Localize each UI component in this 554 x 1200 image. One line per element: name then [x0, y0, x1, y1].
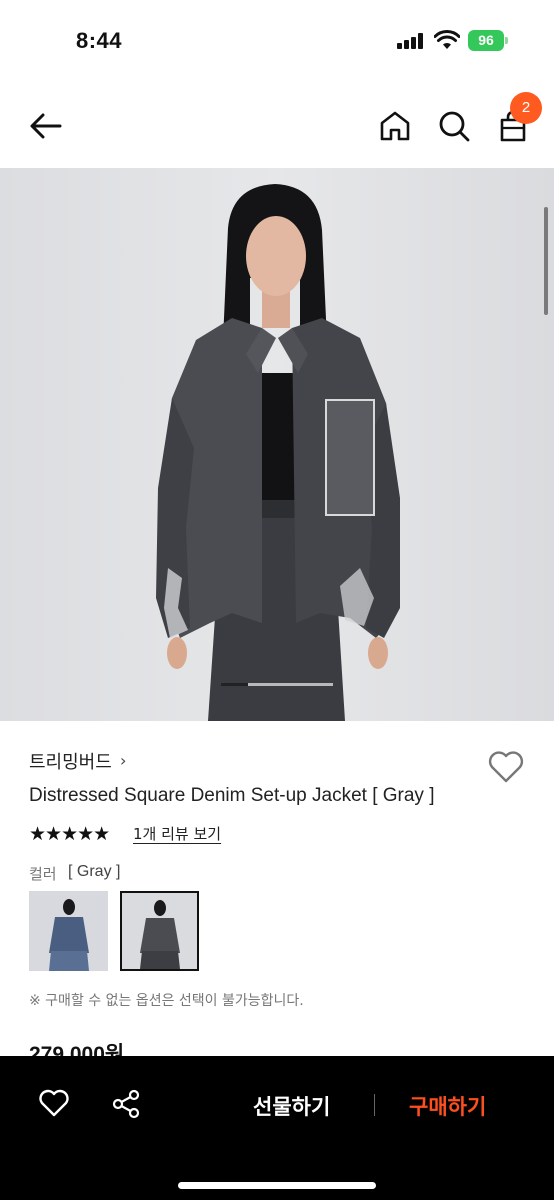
battery-level: 96 [468, 30, 504, 51]
gift-button[interactable]: 선물하기 [253, 1091, 330, 1121]
option-label: 컬러 [29, 865, 57, 883]
review-link[interactable]: 1개 리뷰 보기 [133, 823, 221, 844]
rating-stars: ★★★★★ [29, 823, 110, 845]
brand-chevron-icon: › [120, 751, 127, 770]
search-icon[interactable] [435, 106, 473, 146]
home-icon[interactable] [376, 106, 414, 146]
top-nav-bar [0, 84, 554, 168]
status-bar: 8:44 96 [0, 0, 554, 84]
like-heart-icon[interactable] [38, 1088, 70, 1118]
button-divider [374, 1094, 375, 1116]
battery-icon: 96 [468, 30, 508, 51]
home-indicator[interactable] [178, 1182, 376, 1189]
cellular-signal-icon [397, 33, 425, 49]
brand-link[interactable]: 트리밍버드 [29, 748, 112, 774]
option-value: [ Gray ] [68, 863, 121, 880]
buy-button[interactable]: 구매하기 [409, 1091, 486, 1121]
status-time: 8:44 [76, 28, 123, 53]
product-title: Distressed Square Denim Set-up Jacket [ … [29, 785, 435, 806]
wifi-icon [434, 30, 460, 49]
image-pager-active [221, 683, 248, 686]
share-icon[interactable] [110, 1088, 142, 1120]
wishlist-heart-icon[interactable] [486, 748, 526, 784]
back-arrow-icon[interactable] [26, 106, 66, 146]
bottom-action-bar: 선물하기 구매하기 [0, 1056, 554, 1200]
cart-count-badge: 2 [510, 92, 542, 124]
color-swatch-gray[interactable] [120, 891, 199, 971]
page-scrollbar[interactable] [544, 207, 548, 315]
model-photo [0, 168, 554, 721]
option-notice: ※ 구매할 수 없는 옵션은 선택이 불가능합니다. [29, 993, 304, 1009]
product-image[interactable] [0, 168, 554, 721]
color-swatch-blue[interactable] [29, 891, 108, 971]
